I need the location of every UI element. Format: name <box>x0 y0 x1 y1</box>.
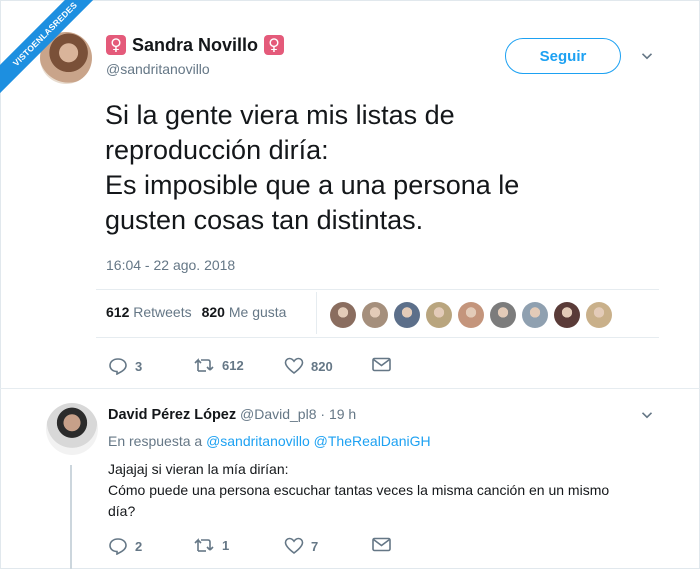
reply-text: Jajajaj si vieran la mía dirían: Cómo pu… <box>108 459 628 522</box>
author-name-row[interactable]: ♀ Sandra Novillo ♀ <box>106 33 285 57</box>
reply-author-handle[interactable]: @David_pl8 <box>240 406 316 422</box>
reply-author-name[interactable]: David Pérez López <box>108 407 236 423</box>
reply-count: 2 <box>135 538 143 554</box>
envelope-icon <box>372 357 391 372</box>
retweet-icon <box>194 538 214 552</box>
envelope-icon <box>372 537 391 552</box>
female-sign-icon: ♀ <box>264 35 285 55</box>
tweet-timestamp[interactable]: 16:04 - 22 ago. 2018 <box>106 257 235 273</box>
retweet-action[interactable]: 612 <box>193 357 244 373</box>
tweet-text-line: reproducción diría: <box>105 135 329 165</box>
retweet-count: 1 <box>222 537 230 553</box>
reply-action[interactable]: 2 <box>108 537 142 555</box>
message-action[interactable] <box>372 357 391 372</box>
author-handle[interactable]: @sandritanovillo <box>106 61 210 77</box>
tweet-text-line: Si la gente viera mis listas de <box>105 100 455 130</box>
heart-icon <box>284 537 304 555</box>
tweet-text-line: Es imposible que a una persona le <box>105 170 520 200</box>
liker-avatar[interactable] <box>330 302 356 328</box>
like-count: 820 <box>311 358 333 374</box>
retweet-count: 612 <box>222 357 244 373</box>
liker-avatar[interactable] <box>362 302 388 328</box>
liker-avatar[interactable] <box>426 302 452 328</box>
chevron-down-icon[interactable] <box>641 50 653 62</box>
message-action[interactable] <box>372 537 391 552</box>
likers-avatars <box>330 302 612 328</box>
reply-text-line: Jajajaj si vieran la mía dirían: <box>108 461 289 477</box>
retweets-stat[interactable]: 612 Retweets <box>106 304 192 320</box>
tweet-text-line: gusten cosas tan distintas. <box>105 205 424 235</box>
likes-stat[interactable]: 820 Me gusta <box>202 304 287 320</box>
liker-avatar[interactable] <box>554 302 580 328</box>
watermark-ribbon: VISTOENLASREDES <box>0 0 110 102</box>
liker-avatar[interactable] <box>586 302 612 328</box>
in-reply-to: En respuesta a @sandritanovillo @TheReal… <box>108 433 431 449</box>
reply-icon <box>109 358 127 375</box>
divider <box>96 289 659 290</box>
follow-button[interactable]: Seguir <box>505 38 621 74</box>
like-action[interactable]: 820 <box>284 357 333 375</box>
retweet-action[interactable]: 1 <box>193 537 229 553</box>
thread-line <box>70 465 72 569</box>
like-count: 7 <box>311 538 319 554</box>
liker-avatar[interactable] <box>522 302 548 328</box>
mention-link[interactable]: @sandritanovillo <box>206 433 310 449</box>
reply-action[interactable]: 3 <box>108 357 142 375</box>
tweet-stats: 612 Retweets 820 Me gusta <box>106 304 286 320</box>
reply-time[interactable]: 19 h <box>329 406 356 422</box>
reply-text-line: Cómo puede una persona escuchar tantas v… <box>108 482 610 519</box>
divider <box>0 388 700 389</box>
reply-icon <box>109 538 127 555</box>
chevron-down-icon[interactable] <box>641 409 653 421</box>
stats-divider <box>316 292 317 334</box>
heart-icon <box>284 357 304 375</box>
liker-avatar[interactable] <box>458 302 484 328</box>
divider <box>96 337 659 338</box>
liker-avatar[interactable] <box>394 302 420 328</box>
reply-author-avatar[interactable] <box>46 403 98 455</box>
separator-dot: · <box>320 406 326 422</box>
in-reply-prefix: En respuesta a <box>108 433 203 449</box>
like-action[interactable]: 7 <box>284 537 318 555</box>
reply-header: David Pérez López @David_pl8 · 19 h <box>108 406 356 423</box>
watermark-corner: VISTOENLASREDES <box>0 0 110 110</box>
liker-avatar[interactable] <box>490 302 516 328</box>
author-display-name[interactable]: Sandra Novillo <box>132 35 258 56</box>
mention-link[interactable]: @TheRealDaniGH <box>314 433 431 449</box>
reply-count: 3 <box>135 358 143 374</box>
tweet-text: Si la gente viera mis listas de reproduc… <box>105 98 625 238</box>
retweet-icon <box>194 358 214 372</box>
